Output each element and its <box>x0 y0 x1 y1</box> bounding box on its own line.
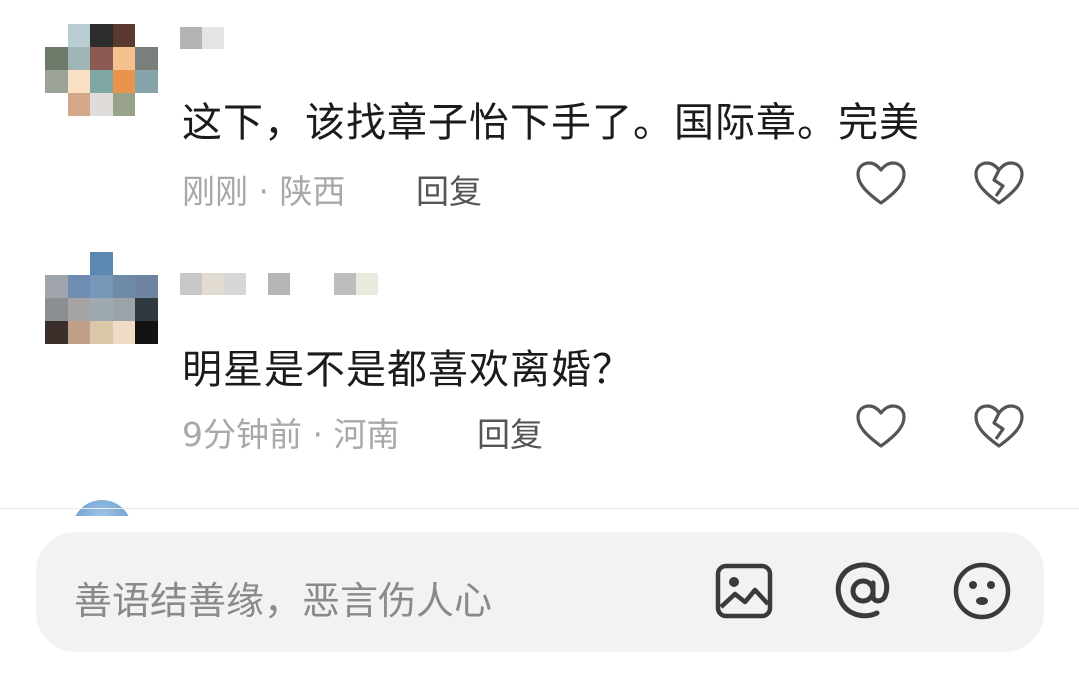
heart-outline-icon[interactable] <box>855 160 907 208</box>
avatar-pixel <box>112 298 136 321</box>
broken-heart-icon[interactable] <box>973 160 1025 208</box>
avatar-pixel <box>67 47 91 70</box>
avatar-pixel <box>112 24 136 47</box>
reply-button[interactable]: 回复 <box>416 165 482 213</box>
avatar-pixel <box>135 321 158 344</box>
username-pixel <box>290 273 312 295</box>
avatar-pixel <box>90 24 113 47</box>
avatar-pixel <box>90 70 113 93</box>
avatar-pixel <box>135 70 158 93</box>
avatar-pixel <box>90 275 113 298</box>
avatar-pixel <box>67 275 91 298</box>
avatar-pixel <box>90 321 113 344</box>
avatar-pixel <box>45 321 68 344</box>
broken-heart-icon[interactable] <box>973 403 1025 451</box>
meta-separator: · <box>302 415 334 454</box>
avatar-pixel <box>112 93 136 116</box>
comment-input-bar[interactable]: 善语结善缘，恶言伤人心 <box>36 532 1044 652</box>
avatar-pixel <box>45 275 68 298</box>
emoji-icon[interactable] <box>951 560 1013 622</box>
comment-time: 刚刚 <box>182 172 248 211</box>
username-pixel <box>224 273 246 295</box>
heart-outline-icon[interactable] <box>855 403 907 451</box>
avatar-pixel <box>67 70 91 93</box>
avatar-pixel <box>135 47 158 70</box>
avatar-pixel <box>112 70 136 93</box>
meta-separator: · <box>248 172 280 211</box>
comment-item: 明星是不是都喜欢离婚？ 9分钟前 · 河南 回复 <box>0 230 1079 500</box>
avatar-pixel <box>112 47 136 70</box>
avatar-pixel <box>135 298 158 321</box>
username-pixel <box>356 273 378 295</box>
username-pixel <box>246 273 268 295</box>
avatar-pixel <box>135 24 158 47</box>
avatar-pixel <box>135 275 158 298</box>
comment-input-placeholder[interactable]: 善语结善缘，恶言伤人心 <box>74 570 492 625</box>
avatar-pixel <box>112 321 136 344</box>
comment-text: 明星是不是都喜欢离婚？ <box>182 347 633 393</box>
comment-item: 这下，该找章子怡下手了。国际章。完美 刚刚 · 陕西 回复 <box>0 0 1079 230</box>
avatar[interactable] <box>45 252 158 344</box>
username-pixel <box>312 273 334 295</box>
avatar-pixel <box>90 93 113 116</box>
avatar-pixel <box>45 252 68 275</box>
avatar-pixel <box>45 93 68 116</box>
avatar-pixel <box>90 47 113 70</box>
username-redacted[interactable] <box>180 27 224 49</box>
comment-location: 河南 <box>333 415 400 454</box>
avatar-pixel <box>45 47 68 70</box>
image-icon[interactable] <box>713 560 775 622</box>
avatar-pixel <box>112 252 136 275</box>
username-pixel <box>268 273 290 295</box>
comment-time: 9分钟前 <box>182 415 302 454</box>
avatar-pixel <box>112 275 136 298</box>
username-redacted[interactable] <box>180 273 378 295</box>
username-pixel <box>334 273 356 295</box>
username-pixel <box>180 273 202 295</box>
comment-meta: 刚刚 · 陕西 <box>182 165 345 213</box>
avatar-pixel <box>90 252 113 275</box>
comment-meta: 9分钟前 · 河南 <box>182 408 399 456</box>
avatar-pixel <box>67 24 91 47</box>
avatar-pixel <box>67 93 91 116</box>
avatar-pixel <box>45 298 68 321</box>
comment-location: 陕西 <box>279 172 346 211</box>
avatar-pixel <box>67 321 91 344</box>
avatar-pixel <box>90 298 113 321</box>
divider <box>0 508 1079 509</box>
username-pixel <box>202 27 224 49</box>
username-pixel <box>202 273 224 295</box>
avatar-pixel <box>135 93 158 116</box>
avatar-pixel <box>45 70 68 93</box>
avatar-pixel <box>67 298 91 321</box>
avatar-pixel <box>67 252 91 275</box>
avatar[interactable] <box>45 24 158 116</box>
avatar-pixel <box>45 24 68 47</box>
username-pixel <box>180 27 202 49</box>
comment-text: 这下，该找章子怡下手了。国际章。完美 <box>182 100 920 146</box>
reply-button[interactable]: 回复 <box>477 408 543 456</box>
at-icon[interactable] <box>832 560 894 622</box>
avatar-pixel <box>135 252 158 275</box>
